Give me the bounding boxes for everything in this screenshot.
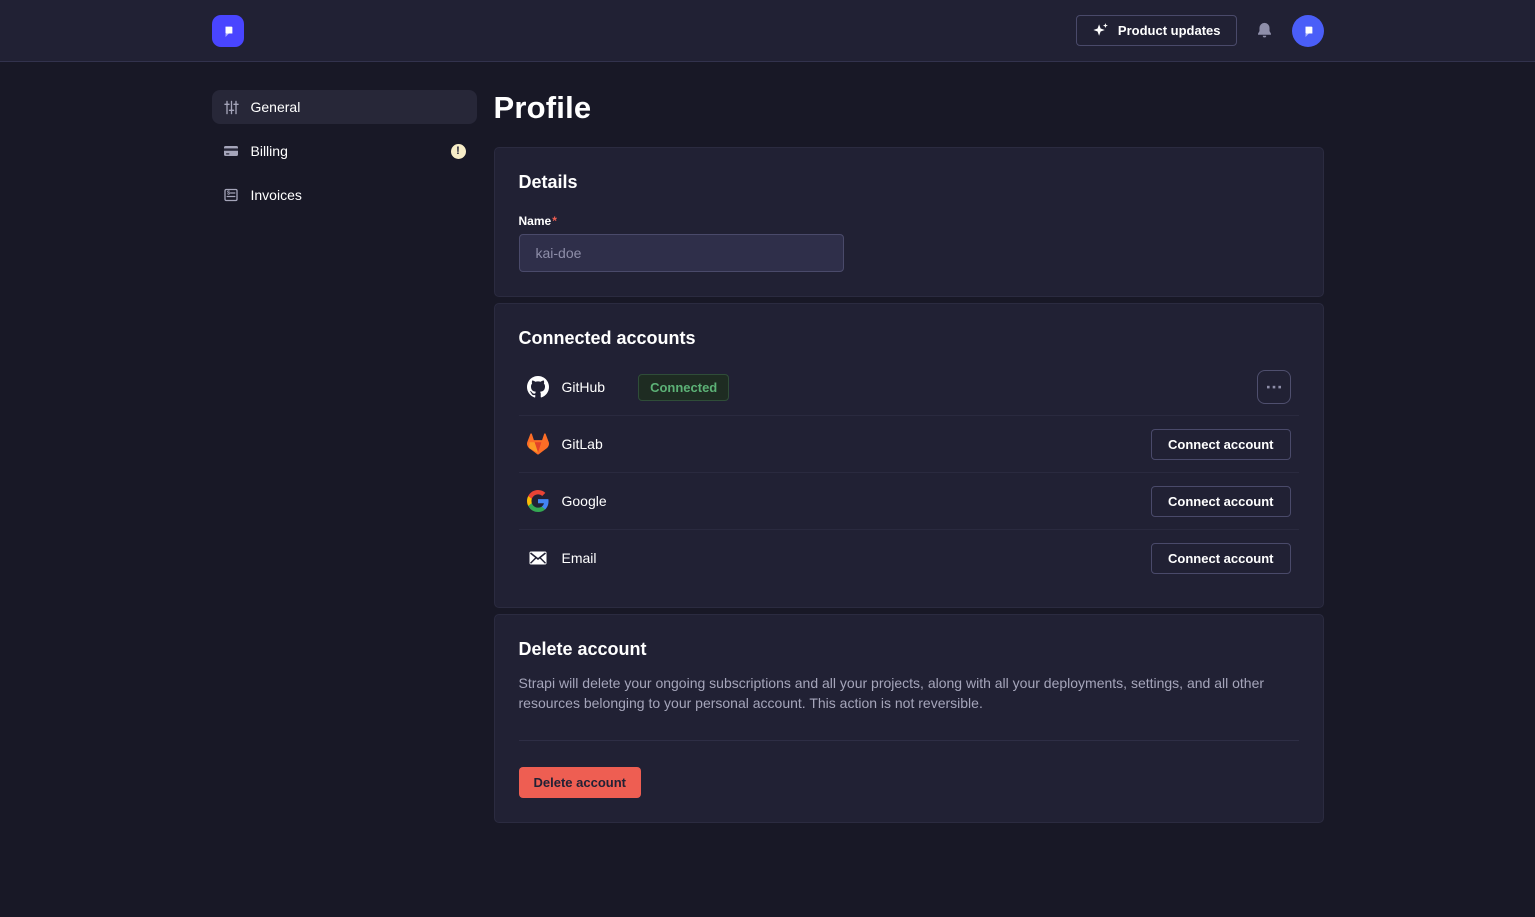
github-more-options-button[interactable] bbox=[1257, 370, 1291, 404]
provider-name: Google bbox=[562, 493, 607, 509]
invoice-icon: $ bbox=[223, 187, 240, 204]
strapi-logo[interactable] bbox=[212, 15, 244, 47]
delete-account-card: Delete account Strapi will delete your o… bbox=[494, 614, 1324, 823]
more-options-icon bbox=[1267, 385, 1281, 389]
delete-account-heading: Delete account bbox=[519, 639, 1299, 660]
gitlab-connect-account-button[interactable]: Connect account bbox=[1151, 429, 1290, 460]
gitlab-icon bbox=[527, 433, 549, 455]
sidebar-item-label: Invoices bbox=[251, 187, 302, 203]
name-label: Name* bbox=[519, 214, 1299, 228]
provider-name: GitHub bbox=[562, 379, 606, 395]
settings-sidebar: General Billing ! $ In bbox=[212, 90, 477, 829]
bell-icon bbox=[1255, 21, 1274, 40]
account-row-google: Google Connect account bbox=[519, 473, 1299, 530]
strapi-avatar-mark-icon bbox=[1298, 21, 1318, 41]
details-card: Details Name* bbox=[494, 147, 1324, 297]
provider-name: Email bbox=[562, 550, 597, 566]
account-row-email: Email Connect account bbox=[519, 530, 1299, 586]
connected-accounts-heading: Connected accounts bbox=[519, 328, 1299, 349]
details-heading: Details bbox=[519, 172, 1299, 193]
name-input[interactable] bbox=[519, 234, 844, 272]
sidebar-item-billing[interactable]: Billing ! bbox=[212, 134, 477, 168]
connected-accounts-card: Connected accounts GitHub Connected bbox=[494, 303, 1324, 608]
product-updates-button[interactable]: Product updates bbox=[1076, 15, 1237, 46]
github-icon bbox=[527, 376, 549, 398]
profile-page: Profile Details Name* Connected accounts bbox=[494, 90, 1324, 829]
top-navigation-bar: Product updates bbox=[0, 0, 1535, 62]
email-connect-account-button[interactable]: Connect account bbox=[1151, 543, 1290, 574]
required-asterisk: * bbox=[552, 214, 557, 228]
google-connect-account-button[interactable]: Connect account bbox=[1151, 486, 1290, 517]
credit-card-icon bbox=[223, 143, 240, 160]
sidebar-item-label: Billing bbox=[251, 143, 288, 159]
strapi-mark-icon bbox=[218, 21, 238, 41]
sparkles-icon bbox=[1092, 22, 1109, 39]
email-icon bbox=[527, 547, 549, 569]
account-row-github: GitHub Connected bbox=[519, 359, 1299, 416]
sliders-icon bbox=[223, 99, 240, 116]
notifications-button[interactable] bbox=[1253, 19, 1276, 42]
delete-account-button[interactable]: Delete account bbox=[519, 767, 641, 798]
account-row-gitlab: GitLab Connect account bbox=[519, 416, 1299, 473]
product-updates-label: Product updates bbox=[1118, 23, 1221, 38]
google-icon bbox=[527, 490, 549, 512]
sidebar-item-general[interactable]: General bbox=[212, 90, 477, 124]
user-avatar[interactable] bbox=[1292, 15, 1324, 47]
page-title: Profile bbox=[494, 90, 1324, 126]
sidebar-item-label: General bbox=[251, 99, 301, 115]
provider-name: GitLab bbox=[562, 436, 603, 452]
divider bbox=[519, 740, 1299, 741]
delete-account-description: Strapi will delete your ongoing subscrip… bbox=[519, 673, 1299, 713]
billing-warning-badge: ! bbox=[451, 144, 466, 159]
connected-status-badge: Connected bbox=[638, 374, 729, 401]
sidebar-item-invoices[interactable]: $ Invoices bbox=[212, 178, 477, 212]
